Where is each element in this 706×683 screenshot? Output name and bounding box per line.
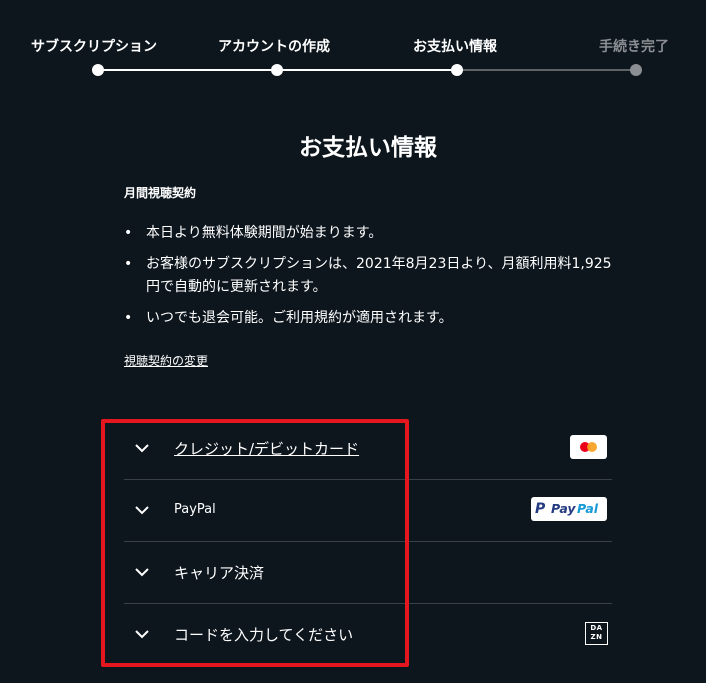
- bullet-icon: •: [124, 225, 133, 241]
- payment-method-label[interactable]: キャリア決済: [174, 562, 264, 583]
- list-item-text: 本日より無料体験期間が始まります。: [146, 225, 383, 241]
- list-item-text: いつでも退会可能。ご利用規約が適用されます。: [146, 310, 453, 326]
- step-dot-subscription: [92, 64, 104, 76]
- step-label-subscription: サブスクリプション: [31, 39, 157, 55]
- chevron-down-icon[interactable]: [134, 502, 150, 518]
- plan-details-list: • 本日より無料体験期間が始まります。 • お客様のサブスクリプションは、2021年…: [124, 222, 614, 338]
- change-plan-link[interactable]: 視聴契約の変更: [124, 352, 208, 369]
- mastercard-logo-icon: [570, 435, 607, 459]
- list-item-text: お客様のサブスクリプションは、2021年8月23日より、月額利用料1,925円で…: [146, 256, 612, 295]
- chevron-down-icon[interactable]: [134, 626, 150, 642]
- step-label-complete: 手続き完了: [599, 39, 669, 55]
- plan-label: 月間視聴契約: [124, 186, 197, 200]
- step-connector-3: [457, 69, 636, 71]
- list-item: • 本日より無料体験期間が始まります。: [124, 222, 614, 245]
- payment-method-code[interactable]: コードを入力してください DA ZN: [124, 604, 612, 665]
- bullet-icon: •: [124, 310, 133, 326]
- payment-method-list: クレジット/デビットカード PayPal P Pay Pal キャリア決済 コードを…: [124, 418, 612, 665]
- list-item: • お客様のサブスクリプションは、2021年8月23日より、月額利用料1,925円…: [124, 253, 614, 299]
- payment-method-credit-card[interactable]: クレジット/デビットカード: [124, 418, 612, 480]
- step-dot-complete: [630, 64, 642, 76]
- dazn-logo-icon: DA ZN: [585, 622, 608, 645]
- step-label-account: アカウントの作成: [218, 39, 330, 55]
- payment-method-paypal[interactable]: PayPal P Pay Pal: [124, 480, 612, 542]
- paypal-logo-icon: P Pay Pal: [531, 497, 607, 521]
- chevron-down-icon[interactable]: [134, 564, 150, 580]
- payment-method-label[interactable]: コードを入力してください: [174, 624, 353, 645]
- step-connector-1: [98, 69, 277, 71]
- payment-method-carrier[interactable]: キャリア決済: [124, 542, 612, 604]
- step-dot-payment: [451, 64, 463, 76]
- page-title: お支払い情報: [299, 135, 437, 161]
- chevron-down-icon[interactable]: [134, 440, 150, 456]
- step-label-payment: お支払い情報: [413, 39, 497, 55]
- step-dot-account: [271, 64, 283, 76]
- payment-method-label[interactable]: PayPal: [174, 502, 216, 517]
- bullet-icon: •: [124, 256, 133, 272]
- payment-method-label[interactable]: クレジット/デビットカード: [174, 438, 359, 459]
- step-connector-2: [277, 69, 457, 71]
- list-item: • いつでも退会可能。ご利用規約が適用されます。: [124, 307, 614, 330]
